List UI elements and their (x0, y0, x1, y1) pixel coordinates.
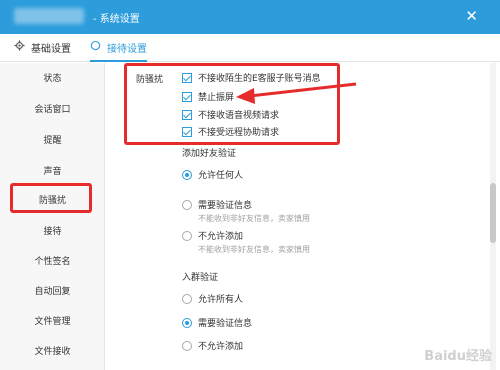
settings-sidebar: 状态 会话窗口 提醒 声音 防骚扰 接待 个性签名 自动回复 文件管理 文件接收 (0, 63, 105, 370)
hint-text: 不能收到非好友信息，卖家慎用 (198, 245, 310, 254)
radio-label: 允许所有人 (198, 295, 244, 305)
radio-button[interactable] (182, 199, 192, 210)
radio-label: 需要验证信息 (198, 319, 253, 329)
sidebar-item-sound[interactable]: 声音 (0, 162, 105, 182)
sidebar-item-reminder[interactable]: 提醒 (0, 131, 105, 151)
sidebar-item-signature[interactable]: 个性签名 (0, 252, 105, 272)
circle-icon (90, 40, 101, 51)
close-icon[interactable]: ✕ (465, 6, 478, 26)
sidebar-item-auto-reply[interactable]: 自动回复 (0, 282, 105, 302)
hint-text: 不能收到非好友信息，卖家慎用 (198, 214, 310, 223)
tab-basic-settings[interactable]: 基础设置 (14, 40, 71, 62)
settings-tabs: 基础设置 接待设置 (0, 34, 500, 62)
radio-button[interactable] (182, 317, 192, 328)
sidebar-item-chat-window[interactable]: 会话窗口 (0, 100, 105, 120)
title-bar: - 系统设置 ✕ (0, 0, 500, 34)
app-name-redacted (14, 8, 84, 24)
watermark-logo: Baidu经验 (424, 349, 492, 364)
radio-group-disallow[interactable]: 不允许添加 (182, 339, 243, 352)
highlight-box-checkboxes (124, 63, 340, 145)
radio-label: 需要验证信息 (198, 201, 253, 211)
radio-group-allow-all[interactable]: 允许所有人 (182, 292, 243, 305)
tab-reception-settings[interactable]: 接待设置 (90, 40, 147, 62)
tab-label: 基础设置 (31, 44, 71, 55)
gear-icon (14, 40, 25, 51)
section-title-friend-verify: 添加好友验证 (182, 149, 237, 159)
radio-button[interactable] (182, 169, 192, 180)
radio-disallow-add[interactable]: 不允许添加 (182, 229, 243, 242)
radio-label: 不允许添加 (198, 342, 244, 352)
radio-button[interactable] (182, 340, 192, 351)
sidebar-item-file-management[interactable]: 文件管理 (0, 312, 105, 332)
tab-label: 接待设置 (107, 44, 147, 55)
sidebar-item-reception[interactable]: 接待 (0, 222, 105, 242)
radio-label: 不允许添加 (198, 232, 244, 242)
radio-label: 允许任何人 (198, 171, 244, 181)
radio-button[interactable] (182, 230, 192, 241)
sidebar-item-status[interactable]: 状态 (0, 69, 105, 89)
scroll-thumb[interactable] (490, 183, 496, 243)
sidebar-item-file-receive[interactable]: 文件接收 (0, 342, 105, 362)
section-title-group-verify: 入群验证 (182, 273, 219, 283)
radio-button[interactable] (182, 293, 192, 304)
window-title: - 系统设置 (93, 14, 140, 25)
radio-need-verify[interactable]: 需要验证信息 (182, 198, 252, 211)
radio-allow-anyone[interactable]: 允许任何人 (182, 168, 243, 181)
highlight-box-sidebar (10, 183, 92, 213)
radio-group-need-verify[interactable]: 需要验证信息 (182, 316, 252, 329)
content-scrollbar[interactable] (490, 63, 496, 370)
